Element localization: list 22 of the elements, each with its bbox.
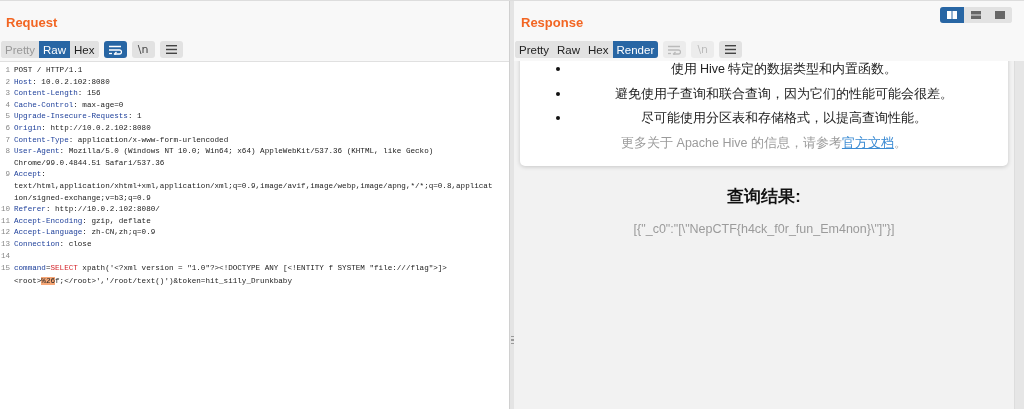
menu-icon xyxy=(165,45,177,54)
scrollbar[interactable] xyxy=(1014,61,1024,409)
newline-button[interactable]: \n xyxy=(131,41,155,58)
docs-link[interactable]: 官方文档 xyxy=(841,135,894,150)
view-tab[interactable]: Raw xyxy=(39,41,71,58)
columns-icon xyxy=(947,11,957,19)
splitter-handle[interactable] xyxy=(510,335,514,345)
panel-title: Request xyxy=(6,15,58,31)
result-heading: 查询结果: xyxy=(727,185,801,207)
menu-icon xyxy=(725,45,737,54)
result-text: [{"_c0":"[\"NepCTF{h4ck_f0r_fun_Em4non}\"]"}] xyxy=(633,221,895,236)
panel-title: Response xyxy=(521,15,584,31)
wrap-icon xyxy=(108,44,122,55)
rows-icon xyxy=(971,11,981,19)
info-text: 更多关于 Apache Hive 的信息，请参考官方文档。 xyxy=(620,134,908,152)
layout-button[interactable] xyxy=(940,7,964,23)
view-tab[interactable]: Render xyxy=(612,41,659,58)
menu-button[interactable] xyxy=(159,41,183,58)
wrap-icon xyxy=(668,44,682,55)
wrap-button[interactable] xyxy=(103,41,127,58)
square-icon xyxy=(995,11,1005,19)
menu-button[interactable] xyxy=(719,41,743,58)
